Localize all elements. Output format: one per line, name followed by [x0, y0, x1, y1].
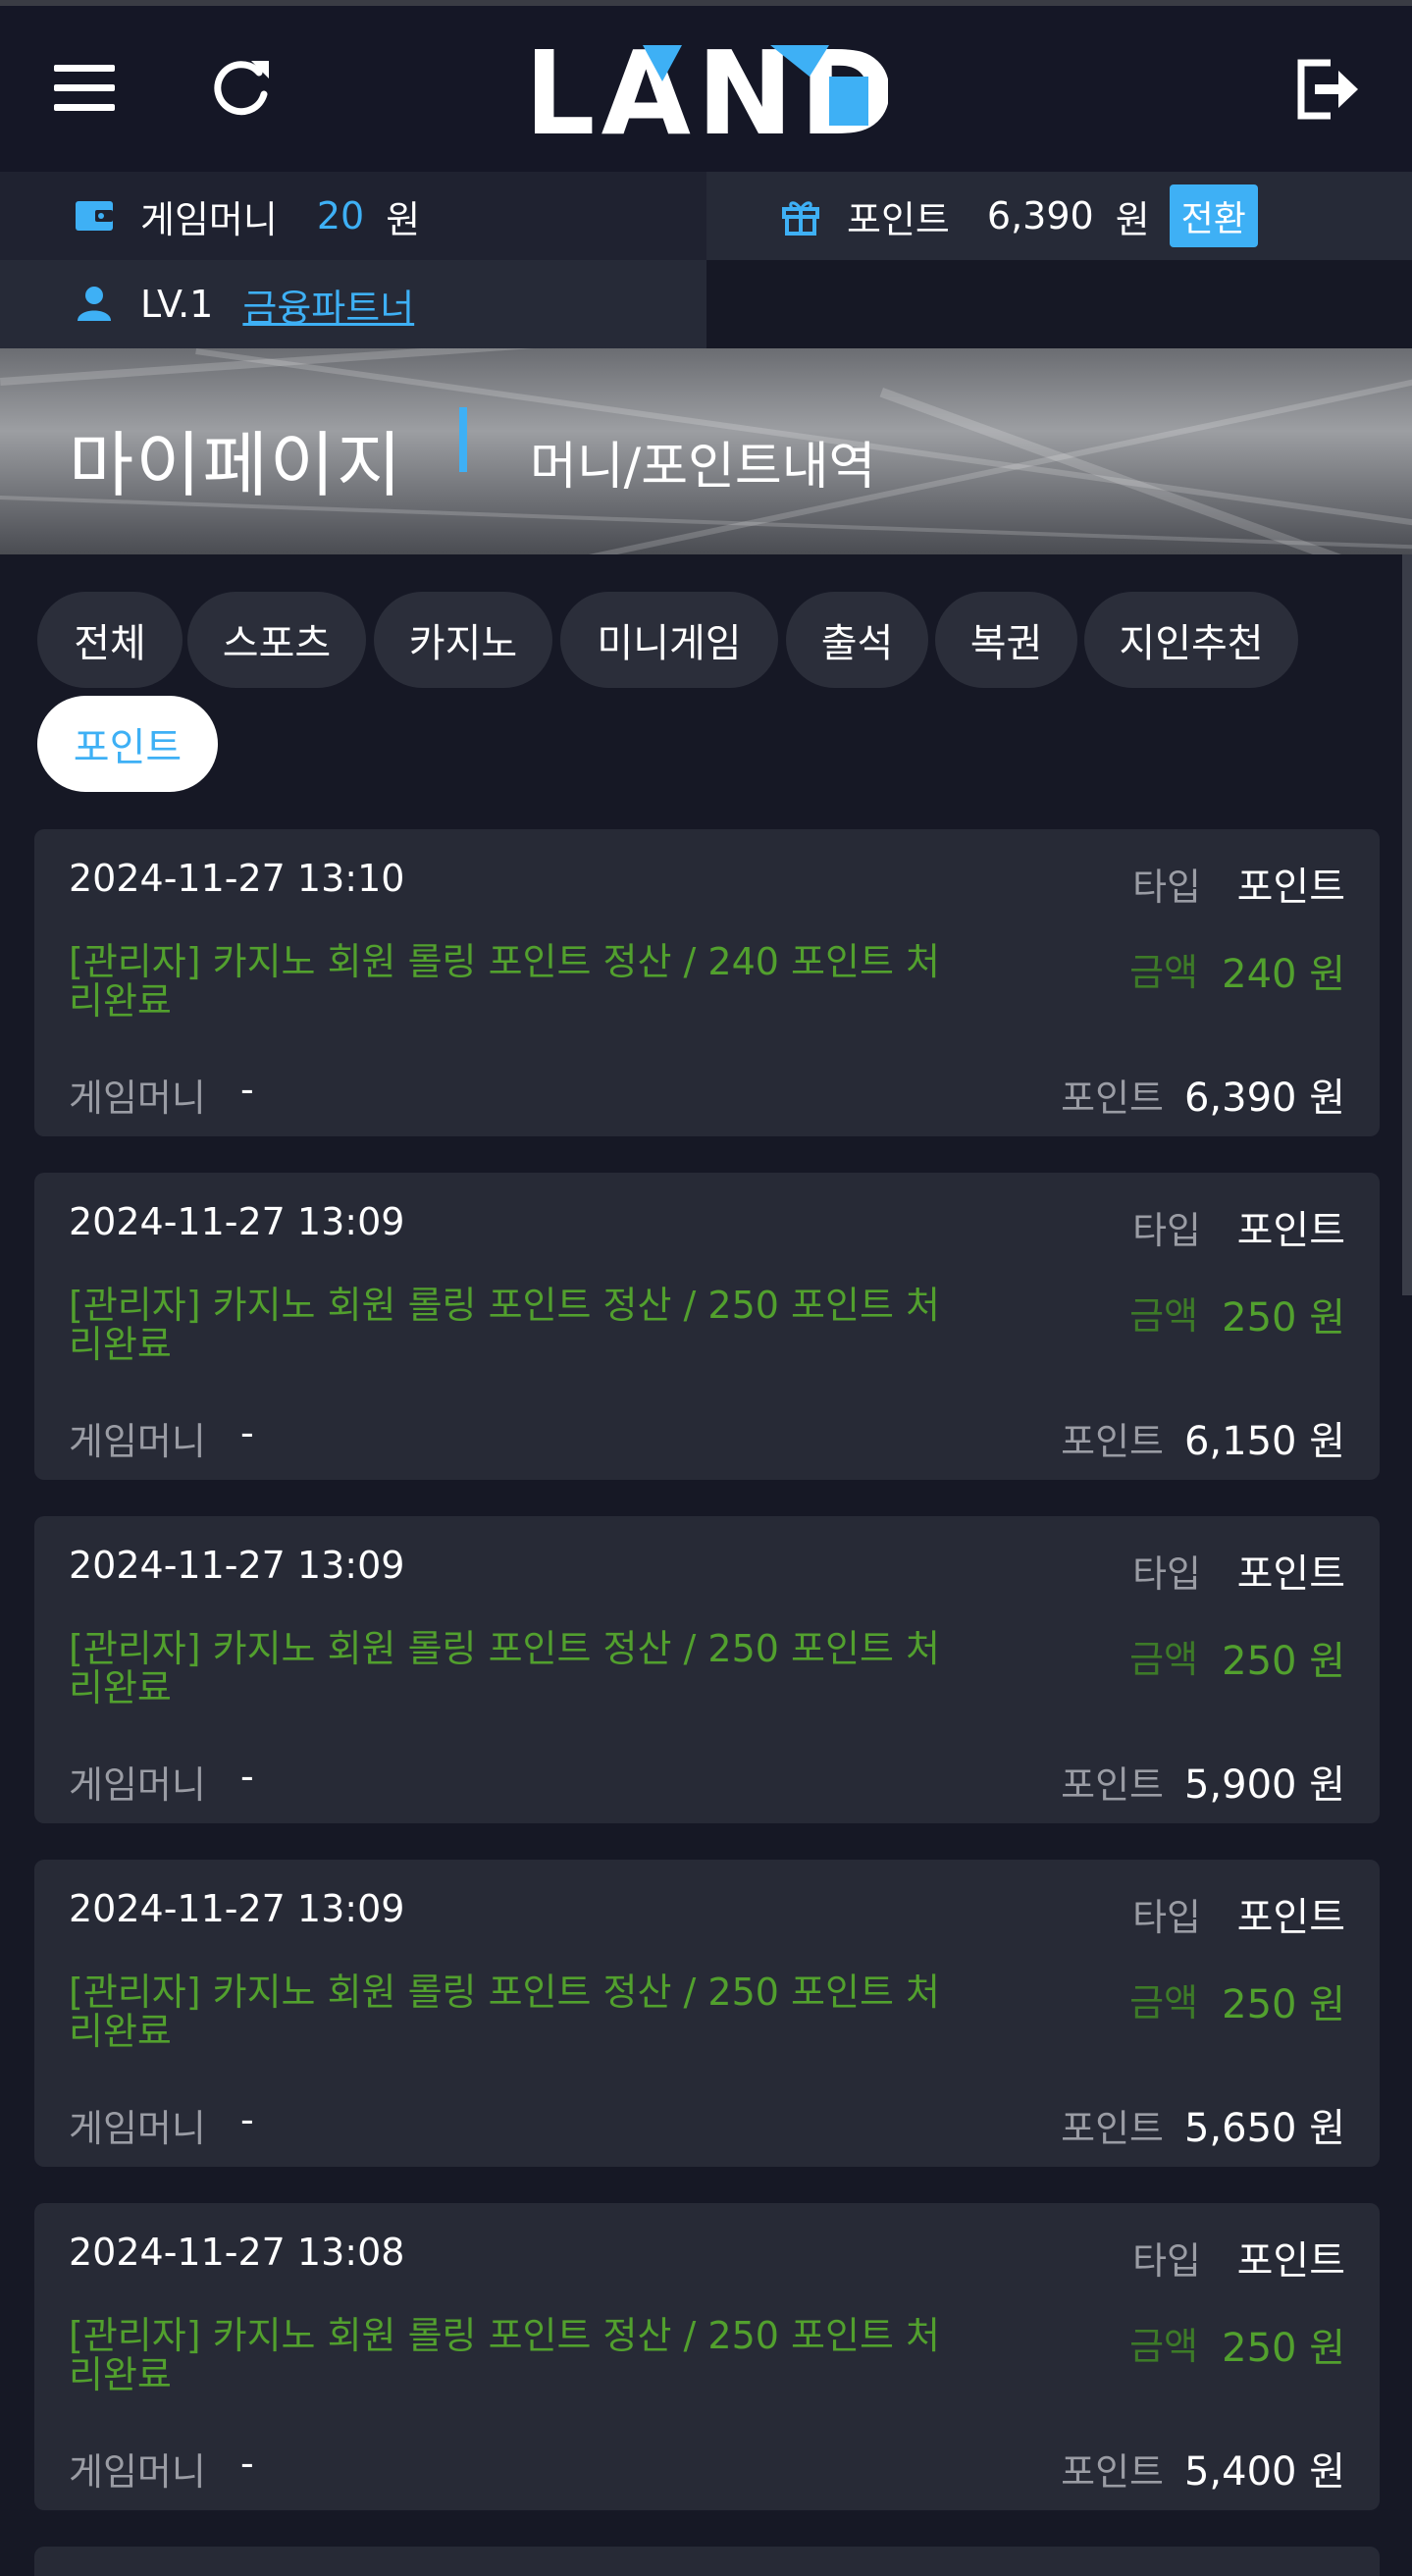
- type-label: 타입: [1132, 866, 1201, 909]
- convert-button[interactable]: 전환: [1169, 184, 1258, 247]
- type-value: 포인트: [1236, 1895, 1345, 1940]
- game-money-value: -: [240, 2442, 254, 2485]
- record-date: 2024-11-27 13:09: [69, 1544, 405, 1587]
- hamburger-icon[interactable]: [54, 65, 115, 112]
- top-header: LAND: [0, 0, 1412, 172]
- account-info-bar: 게임머니 20 원 포인트 6,390 원 전환 LV.1 금융파트너: [0, 172, 1412, 348]
- tab-lottery[interactable]: 복권: [935, 592, 1077, 688]
- type-value: 포인트: [1236, 1551, 1345, 1597]
- tab-referral[interactable]: 지인추천: [1084, 592, 1298, 688]
- point-label: 포인트: [1061, 1077, 1164, 1120]
- type-label: 타입: [1132, 1209, 1201, 1252]
- point-label: 포인트: [1061, 2107, 1164, 2150]
- point-balance: 6,390 원: [1183, 1076, 1345, 1121]
- type-value: 포인트: [1236, 2238, 1345, 2284]
- point-balance: 5,400 원: [1183, 2449, 1345, 2495]
- record-card: 2024-11-27 13:10 타입 포인트 [관리자] 카지노 회원 롤링 …: [34, 829, 1380, 1136]
- tab-all[interactable]: 전체: [37, 592, 183, 688]
- page-title: 마이페이지: [69, 424, 404, 506]
- point-label: 포인트: [1061, 1420, 1164, 1463]
- user-icon: [78, 287, 111, 321]
- refresh-icon[interactable]: [208, 55, 273, 120]
- logout-icon[interactable]: [1295, 57, 1360, 122]
- point-balance: 5,650 원: [1183, 2106, 1345, 2151]
- point-balance: 6,150 원: [1183, 1419, 1345, 1464]
- record-date: 2024-11-27 13:08: [69, 2231, 405, 2274]
- amount-value: 250 원: [1222, 1295, 1345, 1341]
- record-card: 2024-11-27 13:09 타입 포인트 [관리자] 카지노 회원 롤링 …: [34, 1516, 1380, 1823]
- amount-value: 250 원: [1222, 1982, 1345, 2027]
- type-label: 타입: [1132, 2239, 1201, 2283]
- amount-label: 금액: [1129, 1294, 1198, 1338]
- point-cell: 포인트 6,390 원 전환: [706, 172, 1412, 260]
- game-money-unit: 원: [386, 197, 421, 241]
- point-label: 포인트: [1061, 2450, 1164, 2494]
- record-card: 2024-11-27 13:09 타입 포인트 [관리자] 카지노 회원 롤링 …: [34, 1860, 1380, 2167]
- game-money-label: 게임머니: [69, 2450, 206, 2494]
- tab-point[interactable]: 포인트: [37, 696, 218, 792]
- wallet-icon: [76, 201, 113, 231]
- page-subtitle: 머니/포인트내역: [530, 438, 876, 497]
- game-money-label: 게임머니: [69, 1763, 206, 1807]
- game-money-value: -: [240, 1411, 254, 1454]
- land-logo[interactable]: LAND: [535, 37, 888, 143]
- page-banner: 마이페이지 머니/포인트내역: [0, 348, 1412, 554]
- record-date: 2024-11-27 13:09: [69, 1887, 405, 1930]
- level-label: LV.1: [140, 283, 214, 326]
- game-money-label: 게임머니: [69, 1420, 206, 1463]
- tab-attendance[interactable]: 출석: [786, 592, 928, 688]
- game-money-label: 게임머니: [69, 1077, 206, 1120]
- tab-minigame[interactable]: 미니게임: [560, 592, 778, 688]
- empty-cell: [706, 260, 1412, 348]
- record-card-partial: [34, 2547, 1380, 2576]
- record-card: 2024-11-27 13:08 타입 포인트 [관리자] 카지노 회원 롤링 …: [34, 2203, 1380, 2510]
- game-money-cell: 게임머니 20 원: [0, 172, 706, 260]
- amount-label: 금액: [1129, 2325, 1198, 2368]
- scrollbar[interactable]: [1402, 554, 1412, 1295]
- record-description: [관리자] 카지노 회원 롤링 포인트 정산 / 250 포인트 처리완료: [69, 1627, 940, 1709]
- type-label: 타입: [1132, 1552, 1201, 1596]
- point-unit: 원: [1115, 197, 1150, 241]
- tab-casino[interactable]: 카지노: [374, 592, 552, 688]
- record-description: [관리자] 카지노 회원 롤링 포인트 정산 / 240 포인트 처리완료: [69, 940, 940, 1023]
- amount-value: 240 원: [1222, 952, 1345, 997]
- game-money-value: -: [240, 1755, 254, 1798]
- amount-value: 250 원: [1222, 1639, 1345, 1684]
- tab-sports[interactable]: 스포츠: [187, 592, 366, 688]
- title-divider: [459, 407, 467, 472]
- point-label: 포인트: [847, 197, 950, 241]
- amount-value: 250 원: [1222, 2326, 1345, 2371]
- point-label: 포인트: [1061, 1763, 1164, 1807]
- record-description: [관리자] 카지노 회원 롤링 포인트 정산 / 250 포인트 처리완료: [69, 1971, 940, 2053]
- game-money-value: -: [240, 2098, 254, 2141]
- record-date: 2024-11-27 13:09: [69, 1200, 405, 1243]
- game-money-value: 20: [316, 194, 365, 237]
- gift-icon: [782, 201, 819, 236]
- amount-label: 금액: [1129, 1638, 1198, 1681]
- amount-label: 금액: [1129, 951, 1198, 994]
- point-balance: 5,900 원: [1183, 1762, 1345, 1808]
- partner-link[interactable]: 금융파트너: [242, 278, 414, 332]
- amount-label: 금액: [1129, 1981, 1198, 2024]
- game-money-label: 게임머니: [140, 197, 278, 241]
- record-card: 2024-11-27 13:09 타입 포인트 [관리자] 카지노 회원 롤링 …: [34, 1173, 1380, 1480]
- record-date: 2024-11-27 13:10: [69, 857, 405, 900]
- type-label: 타입: [1132, 1896, 1201, 1939]
- game-money-value: -: [240, 1068, 254, 1111]
- record-description: [관리자] 카지노 회원 롤링 포인트 정산 / 250 포인트 처리완료: [69, 2314, 940, 2396]
- game-money-label: 게임머니: [69, 2107, 206, 2150]
- point-value: 6,390: [986, 194, 1094, 237]
- record-description: [관리자] 카지노 회원 롤링 포인트 정산 / 250 포인트 처리완료: [69, 1284, 940, 1366]
- level-cell: LV.1 금융파트너: [0, 260, 706, 348]
- type-value: 포인트: [1236, 865, 1345, 910]
- type-value: 포인트: [1236, 1208, 1345, 1253]
